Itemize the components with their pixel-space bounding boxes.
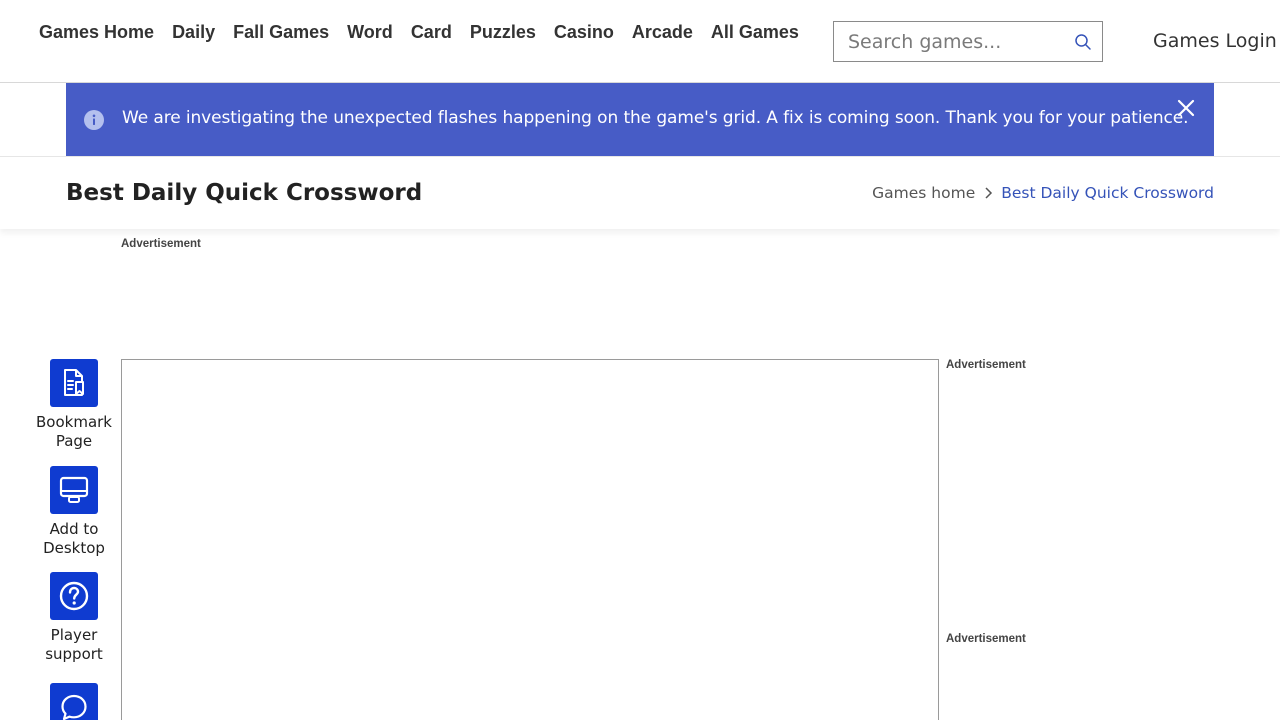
ad-label-top: Advertisement — [121, 238, 201, 250]
support-label-line2: support — [45, 645, 103, 663]
breadcrumb-home-link[interactable]: Games home — [872, 184, 975, 202]
desktop-label-line1: Add to — [49, 520, 99, 538]
nav-link-fall-games[interactable]: Fall Games — [233, 22, 329, 43]
bookmark-page-icon — [50, 359, 98, 407]
breadcrumb: Games home Best Daily Quick Crossword — [872, 184, 1214, 202]
nav-link-arcade[interactable]: Arcade — [632, 22, 693, 43]
help-icon — [50, 572, 98, 620]
breadcrumb-current[interactable]: Best Daily Quick Crossword — [1001, 184, 1214, 202]
nav-links: Games Home Daily Fall Games Word Card Pu… — [39, 22, 817, 43]
chevron-right-icon — [985, 187, 993, 199]
chat-button[interactable] — [26, 683, 122, 720]
info-icon — [84, 110, 104, 130]
desktop-label-line2: Desktop — [43, 539, 105, 557]
player-support-label: Player support — [26, 626, 122, 664]
support-label-line1: Player — [50, 626, 98, 644]
search-input[interactable] — [834, 22, 1070, 61]
top-navigation: Games Home Daily Fall Games Word Card Pu… — [0, 0, 1280, 83]
search-icon[interactable] — [1074, 33, 1092, 51]
ad-label-right-top: Advertisement — [946, 359, 1026, 371]
desktop-icon — [50, 466, 98, 514]
ad-label-right-bottom: Advertisement — [946, 633, 1026, 645]
nav-link-word[interactable]: Word — [347, 22, 393, 43]
nav-link-casino[interactable]: Casino — [554, 22, 614, 43]
close-icon[interactable] — [1176, 98, 1196, 118]
games-login-link[interactable]: Games Login — [1153, 30, 1277, 52]
notice-banner: We are investigating the unexpected flas… — [66, 83, 1214, 156]
nav-link-card[interactable]: Card — [411, 22, 452, 43]
search-box — [833, 21, 1103, 62]
chat-icon — [50, 683, 98, 720]
bookmark-label-line2: Page — [55, 432, 93, 450]
bookmark-page-label: Bookmark Page — [26, 413, 122, 451]
add-to-desktop-button[interactable]: Add to Desktop — [26, 466, 122, 558]
page-title: Best Daily Quick Crossword — [66, 180, 423, 206]
nav-link-puzzles[interactable]: Puzzles — [470, 22, 536, 43]
bookmark-page-button[interactable]: Bookmark Page — [26, 359, 122, 451]
add-to-desktop-label: Add to Desktop — [26, 520, 122, 558]
nav-link-games-home[interactable]: Games Home — [39, 22, 154, 43]
bookmark-label-line1: Bookmark — [36, 413, 112, 431]
nav-link-all-games[interactable]: All Games — [711, 22, 799, 43]
player-support-button[interactable]: Player support — [26, 572, 122, 664]
game-frame[interactable] — [121, 359, 939, 720]
banner-wrapper: We are investigating the unexpected flas… — [0, 83, 1280, 157]
nav-link-daily[interactable]: Daily — [172, 22, 215, 43]
banner-message: We are investigating the unexpected flas… — [122, 108, 1189, 128]
title-bar: Best Daily Quick Crossword Games home Be… — [0, 157, 1280, 229]
